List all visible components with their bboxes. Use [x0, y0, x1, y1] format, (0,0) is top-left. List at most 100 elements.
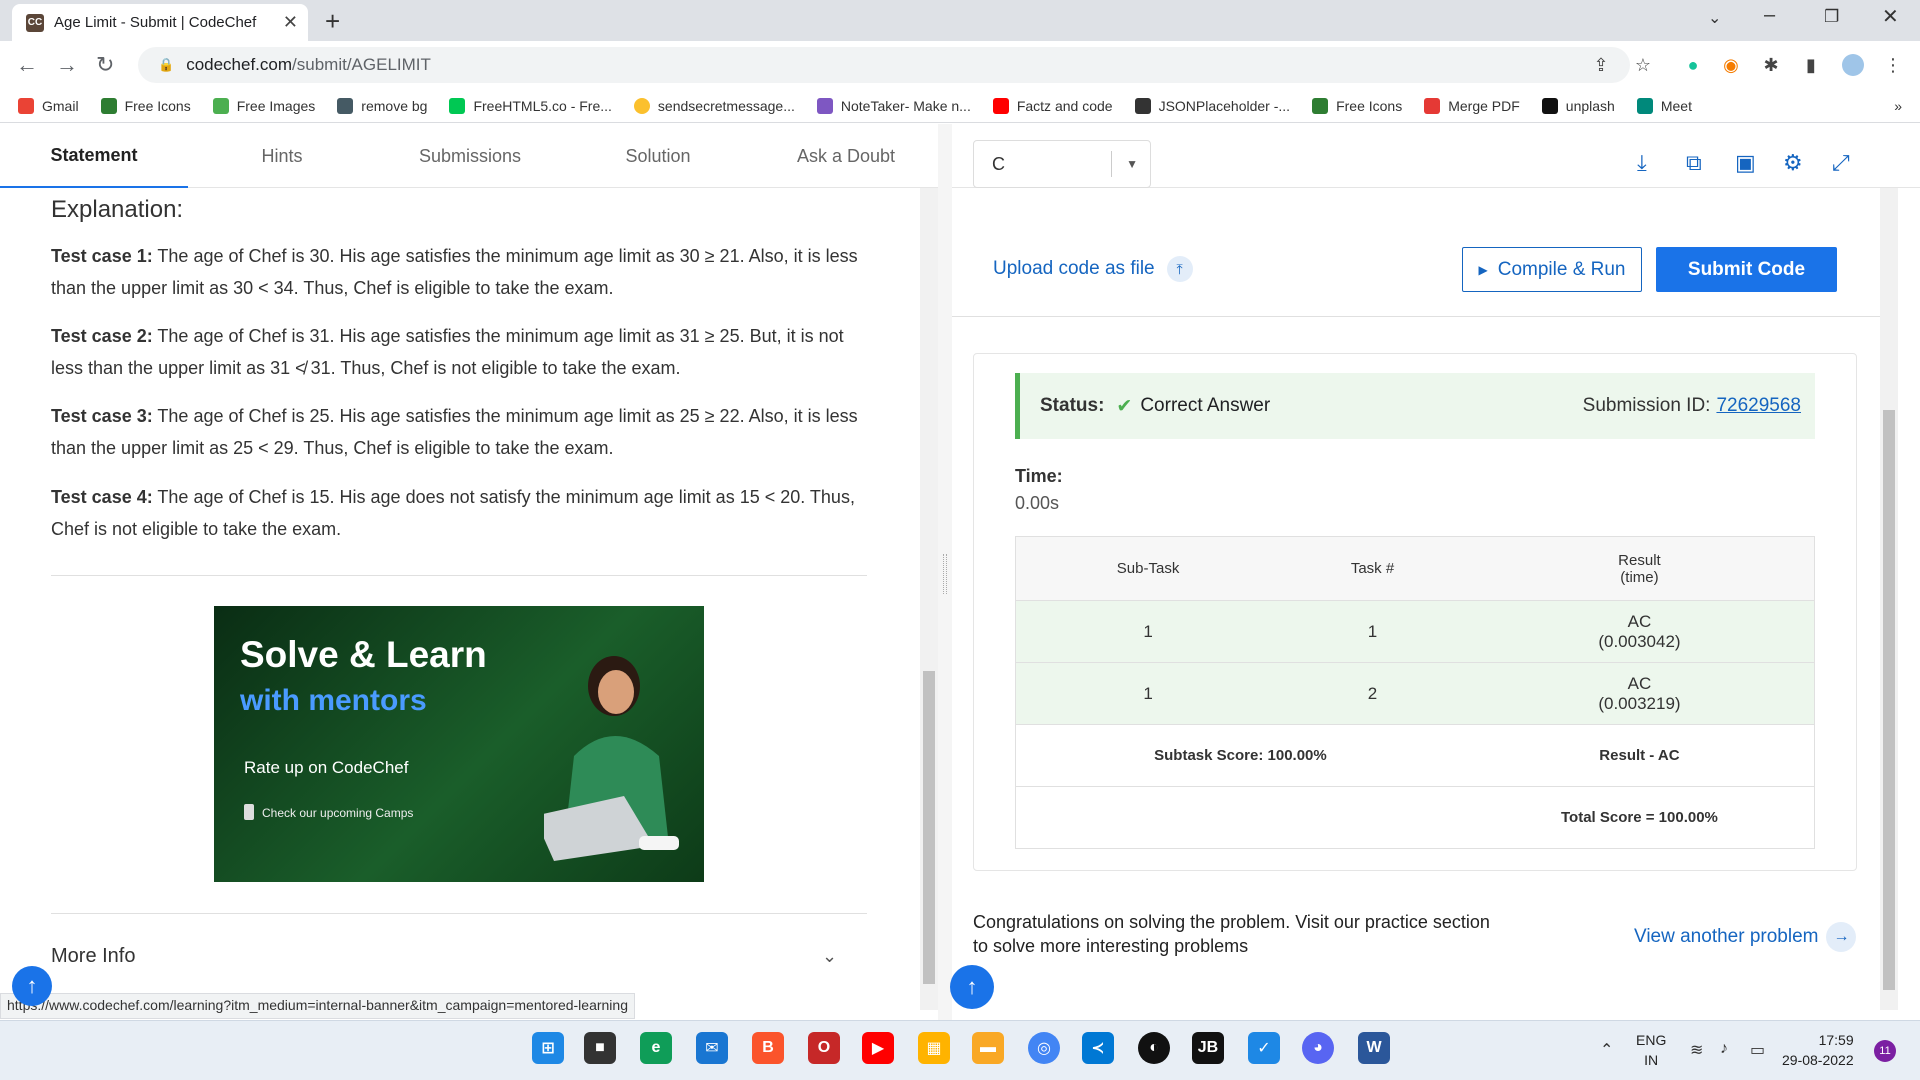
forward-icon[interactable]: →: [56, 52, 78, 78]
tab-solution[interactable]: Solution: [564, 124, 752, 188]
scrollbar-thumb[interactable]: [1883, 410, 1895, 990]
tab-submissions[interactable]: Submissions: [376, 124, 564, 188]
discord-icon[interactable]: ◕: [1302, 1032, 1334, 1064]
arrow-right-icon: →: [1826, 922, 1857, 952]
table-row: 1 2 AC (0.003219): [1015, 662, 1815, 725]
scroll-top-button[interactable]: ↑: [950, 965, 994, 1009]
youtube-icon[interactable]: ▶: [862, 1032, 894, 1064]
tab-hints[interactable]: Hints: [188, 124, 376, 188]
bookmark-item[interactable]: NoteTaker- Make n...: [816, 97, 971, 114]
right-scrollbar[interactable]: [1880, 188, 1898, 1010]
problem-tabs: Statement Hints Submissions Solution Ask…: [0, 124, 942, 188]
github-icon[interactable]: ◐: [1138, 1032, 1170, 1064]
download-icon[interactable]: ⤓: [1637, 150, 1647, 176]
address-bar[interactable]: 🔒 codechef.com/submit/AGELIMIT: [138, 47, 1630, 83]
chevron-down-icon[interactable]: ⌄: [822, 946, 837, 967]
bookmark-item[interactable]: Gmail: [18, 97, 79, 114]
file-explorer-icon[interactable]: ▬: [972, 1032, 1004, 1064]
office-icon[interactable]: O: [808, 1032, 840, 1064]
wifi-icon[interactable]: ≋: [1690, 1040, 1703, 1060]
copy-icon[interactable]: ⧉: [1686, 150, 1702, 176]
congrats-message: Congratulations on solving the problem. …: [973, 912, 1490, 956]
bookmark-item[interactable]: Meet: [1636, 97, 1692, 114]
view-another-problem-link[interactable]: View another problem →: [1634, 922, 1857, 952]
bookmark-item[interactable]: Merge PDF: [1424, 97, 1520, 114]
submission-id: Submission ID: 72629568: [1582, 395, 1801, 416]
menu-icon[interactable]: ⋮: [1882, 54, 1904, 76]
gear-icon[interactable]: ⚙: [1783, 150, 1803, 176]
table-header-row: Sub-Task Task # Result (time): [1015, 536, 1815, 601]
notification-badge[interactable]: 11: [1874, 1040, 1896, 1062]
jetbrains-icon[interactable]: JB: [1192, 1032, 1224, 1064]
compile-run-button[interactable]: ▶ Compile & Run: [1462, 247, 1642, 292]
windows-start-icon[interactable]: ⊞: [532, 1032, 564, 1064]
extension-icon[interactable]: ◉: [1720, 54, 1742, 76]
todo-icon[interactable]: ✓: [1248, 1032, 1280, 1064]
language-indicator[interactable]: ENG IN: [1636, 1030, 1666, 1070]
submit-code-button[interactable]: Submit Code: [1656, 247, 1837, 292]
back-icon[interactable]: ←: [16, 52, 38, 78]
scrollbar-thumb[interactable]: [923, 671, 935, 984]
grammarly-icon[interactable]: ●: [1682, 54, 1704, 76]
tab-search-icon[interactable]: ⌄: [1708, 8, 1721, 28]
upload-code-link[interactable]: Upload code as file ⤒: [993, 256, 1193, 282]
side-panel-icon[interactable]: ▮: [1800, 54, 1822, 76]
bookmark-item[interactable]: JSONPlaceholder -...: [1134, 97, 1290, 114]
link-status-bar: https://www.codechef.com/learning?itm_me…: [0, 993, 635, 1019]
extensions-puzzle-icon[interactable]: ✱: [1760, 54, 1782, 76]
new-tab-button[interactable]: +: [325, 6, 340, 37]
chrome-icon[interactable]: ◎: [1028, 1032, 1060, 1064]
subtask-score: Subtask Score: 100.00%: [1015, 724, 1465, 787]
mail-icon[interactable]: ✉: [696, 1032, 728, 1064]
bookmark-item[interactable]: unplash: [1541, 97, 1615, 114]
youtube-icon: [992, 97, 1009, 114]
tab-ask-doubt[interactable]: Ask a Doubt: [752, 124, 940, 188]
checkbox-icon: [244, 804, 254, 820]
fullscreen-icon[interactable]: ⤢: [1832, 150, 1850, 176]
minimize-button[interactable]: –: [1764, 4, 1775, 27]
restore-button[interactable]: ❐: [1824, 7, 1839, 27]
chevron-up-icon[interactable]: ⌃: [1600, 1040, 1613, 1060]
store-icon[interactable]: ▦: [918, 1032, 950, 1064]
system-clock[interactable]: 17:59 29-08-2022: [1782, 1030, 1854, 1070]
select-separator: [1111, 151, 1112, 177]
language-select[interactable]: C ▼: [973, 140, 1151, 188]
tab-title: Age Limit - Submit | CodeChef: [54, 14, 257, 31]
windows-taskbar: [0, 1020, 1920, 1080]
pane-resize-handle[interactable]: [938, 124, 952, 1020]
scroll-top-button[interactable]: ↑: [12, 966, 52, 1006]
volume-icon[interactable]: ♪: [1720, 1040, 1728, 1058]
result-table: Sub-Task Task # Result (time) 1 1 AC (0.00…: [1015, 536, 1815, 849]
task-view-icon[interactable]: ■: [584, 1032, 616, 1064]
close-tab-icon[interactable]: ✕: [283, 12, 298, 33]
vscode-icon[interactable]: ≺: [1082, 1032, 1114, 1064]
left-scrollbar[interactable]: [920, 188, 938, 1010]
bookmark-item[interactable]: Free Icons: [1312, 97, 1402, 114]
bookmarks-overflow-icon[interactable]: »: [1894, 98, 1902, 114]
mentor-illustration: [544, 656, 679, 861]
submission-id-link[interactable]: 72629568: [1716, 395, 1801, 416]
bookmark-item[interactable]: sendsecretmessage...: [633, 97, 795, 114]
brave-icon[interactable]: B: [752, 1032, 784, 1064]
browser-tab[interactable]: CC Age Limit - Submit | CodeChef ✕: [12, 4, 308, 41]
mentors-banner[interactable]: Solve & Learn with mentors Rate up on Co…: [214, 606, 704, 882]
save-icon[interactable]: ▣: [1735, 150, 1756, 176]
share-icon[interactable]: ⇪: [1590, 54, 1612, 76]
tab-statement[interactable]: Statement: [0, 124, 188, 188]
bookmark-star-icon[interactable]: ☆: [1632, 54, 1654, 76]
word-icon[interactable]: W: [1358, 1032, 1390, 1064]
bookmark-item[interactable]: Factz and code: [992, 97, 1113, 114]
bookmark-item[interactable]: remove bg: [337, 97, 427, 114]
profile-avatar[interactable]: [1842, 54, 1864, 76]
edge-icon[interactable]: e: [640, 1032, 672, 1064]
bookmark-item[interactable]: Free Images: [212, 97, 315, 114]
total-score: Total Score = 100.00%: [1464, 786, 1815, 849]
battery-icon[interactable]: ▭: [1750, 1040, 1765, 1060]
reload-icon[interactable]: ↻: [96, 52, 114, 78]
bookmark-icon: [337, 97, 354, 114]
bookmark-item[interactable]: FreeHTML5.co - Fre...: [449, 97, 612, 114]
close-window-button[interactable]: ✕: [1882, 4, 1899, 29]
more-info-heading[interactable]: More Info: [51, 945, 135, 968]
bookmark-item[interactable]: Free Icons: [100, 97, 191, 114]
table-row: 1 1 AC (0.003042): [1015, 600, 1815, 663]
